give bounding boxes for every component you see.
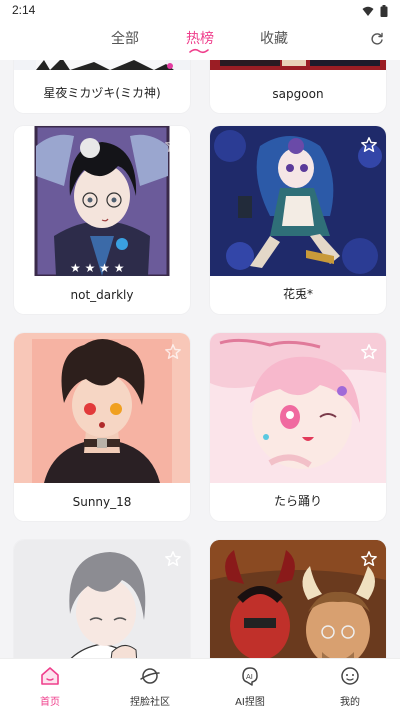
ai-icon: AI: [242, 667, 258, 686]
star-icon[interactable]: [164, 550, 182, 568]
work-card[interactable]: [14, 540, 190, 658]
tab-favorites[interactable]: 收藏: [260, 28, 288, 48]
work-card[interactable]: ★ ★ ★ ★ not_darkly: [14, 126, 190, 314]
nav-ai[interactable]: AI AI捏图: [210, 665, 290, 708]
tab-hot[interactable]: 热榜: [186, 28, 214, 54]
work-title: 花兎*: [282, 287, 313, 301]
star-icon[interactable]: [360, 343, 378, 361]
top-tabs: 全部 热榜 收藏: [0, 24, 400, 60]
status-bar: 2:14: [0, 0, 400, 24]
work-card[interactable]: 花兎*: [210, 126, 386, 314]
refresh-icon[interactable]: [370, 32, 384, 46]
nav-profile[interactable]: 我的: [310, 665, 390, 708]
battery-icon: [380, 5, 388, 17]
work-card[interactable]: sapgoon: [210, 60, 386, 113]
nav-ai-label: AI捏图: [235, 697, 265, 708]
work-thumbnail: [14, 60, 190, 70]
work-card[interactable]: たら踊り: [210, 333, 386, 521]
nav-profile-label: 我的: [340, 697, 360, 708]
nav-community-label: 捏脸社区: [130, 697, 170, 708]
star-icon[interactable]: [360, 136, 378, 154]
work-title: Sunny_18: [72, 495, 132, 509]
work-card[interactable]: Sunny_18: [14, 333, 190, 521]
work-title: sapgoon: [272, 87, 324, 101]
star-icon[interactable]: [164, 136, 182, 154]
tab-hot-label: 热榜: [186, 31, 214, 47]
works-grid: 星夜ミカヅキ(ミカ神) sapgoon ★ ★ ★ ★ not_darkly 花…: [0, 60, 400, 658]
work-card[interactable]: [210, 540, 386, 658]
work-title: 星夜ミカヅキ(ミカ神): [43, 86, 161, 100]
star-icon[interactable]: [164, 343, 182, 361]
bottom-nav: 首页 捏脸社区 AI AI捏图 我的: [0, 658, 400, 713]
wifi-icon: [362, 6, 374, 16]
star-icon[interactable]: [360, 550, 378, 568]
planet-icon: [140, 668, 160, 684]
work-title: not_darkly: [70, 288, 134, 302]
smile-icon: [341, 667, 359, 685]
work-thumbnail: [210, 60, 386, 70]
nav-home-label: 首页: [40, 697, 60, 708]
svg-text:AI: AI: [246, 673, 253, 681]
tab-indicator: [189, 48, 209, 54]
home-icon: [41, 667, 59, 685]
nav-home[interactable]: 首页: [10, 665, 90, 708]
tab-all[interactable]: 全部: [111, 28, 139, 48]
work-card[interactable]: 星夜ミカヅキ(ミカ神): [14, 60, 190, 113]
tab-favorites-label: 收藏: [260, 31, 288, 47]
nav-community[interactable]: 捏脸社区: [110, 665, 190, 708]
tab-all-label: 全部: [111, 31, 139, 47]
svg-text:★ ★ ★ ★: ★ ★ ★ ★: [70, 261, 124, 275]
work-title: たら踊り: [273, 494, 322, 508]
status-time: 2:14: [12, 3, 36, 17]
